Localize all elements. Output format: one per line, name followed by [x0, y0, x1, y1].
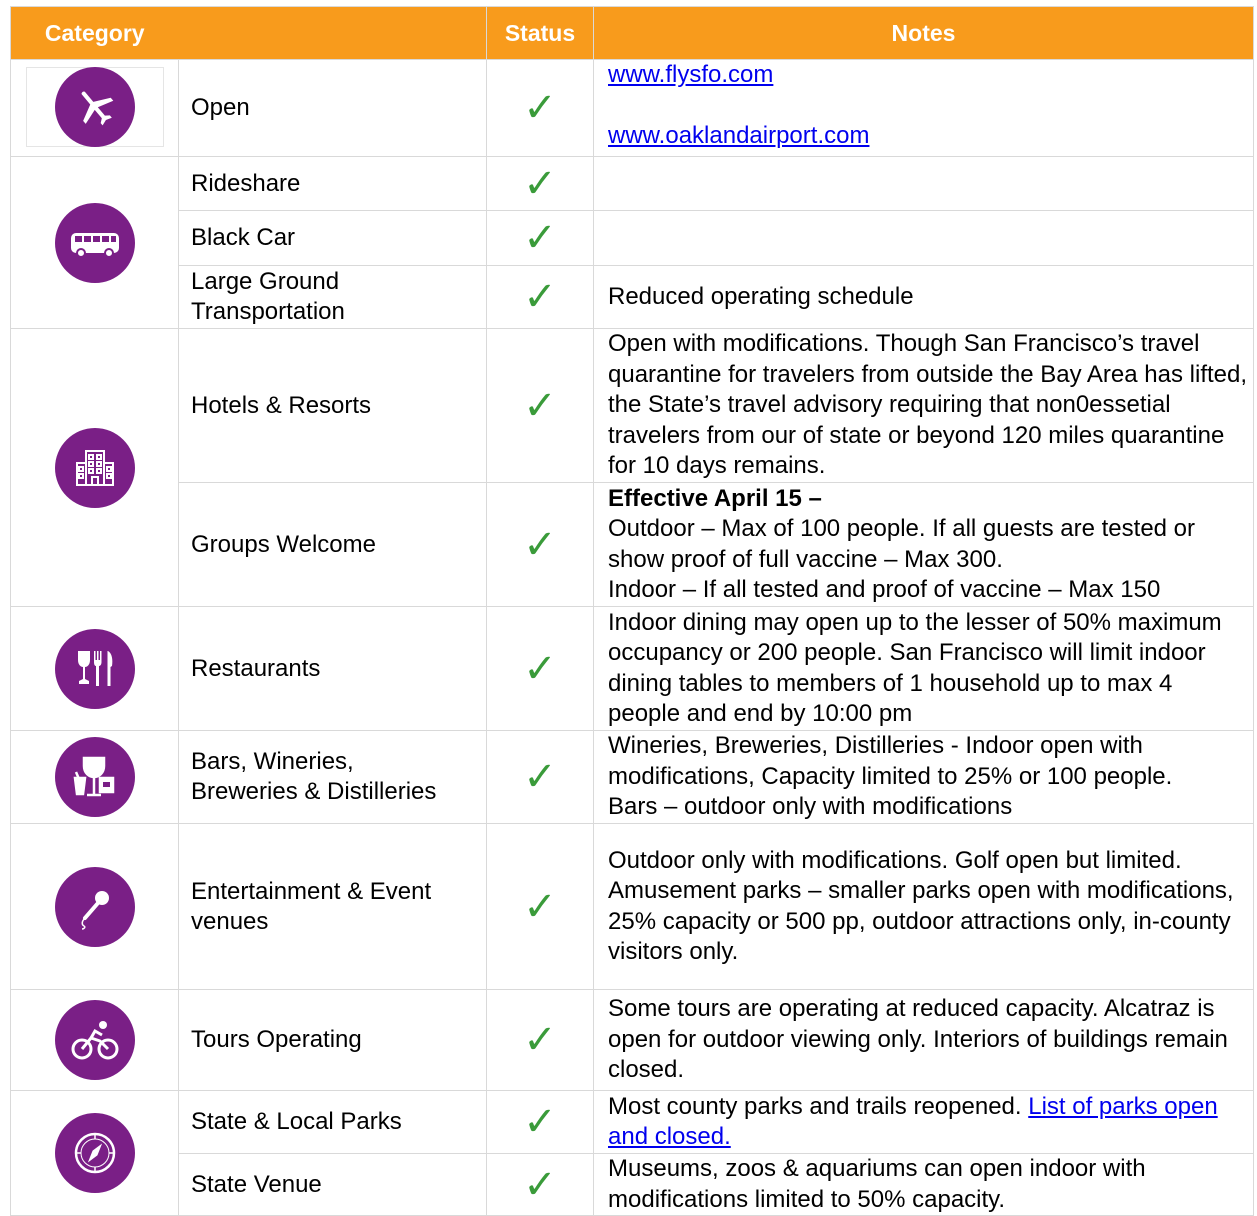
table-row: Hotels & Resorts ✓ Open with modificatio… — [10, 328, 1254, 607]
notes-entertainment: Outdoor only with modifications. Golf op… — [593, 823, 1254, 990]
notes-state-venue: Museums, zoos & aquariums can open indoo… — [593, 1153, 1254, 1216]
dining-icon — [54, 628, 135, 709]
status-cell: ✓ — [486, 482, 594, 607]
bus-icon — [54, 202, 135, 283]
airport-icon-frame — [25, 66, 164, 147]
bars-note-wineries: Wineries, Breweries, Distilleries - Indo… — [608, 732, 1173, 790]
item-entertainment-line2: venues — [191, 907, 269, 935]
item-bars: Bars, Wineries, Breweries & Distilleries — [178, 730, 487, 824]
table-row: Restaurants ✓ Indoor dining may open up … — [10, 606, 1254, 731]
check-icon: ✓ — [523, 1162, 557, 1207]
table-row: Open ✓ www.flysfo.com www.oaklandairport… — [10, 59, 1254, 157]
oakland-airport-link[interactable]: www.oaklandairport.com — [608, 122, 869, 149]
notes-large-ground: Reduced operating schedule — [593, 265, 1254, 329]
notes-restaurants: Indoor dining may open up to the lesser … — [593, 606, 1254, 731]
header-row: Category Status Notes — [10, 6, 1254, 60]
table-row: Black Car ✓ — [11, 210, 1254, 266]
table-row: Rideshare ✓ — [10, 156, 1254, 329]
compass-icon — [54, 1113, 135, 1193]
item-state-venue: State Venue — [178, 1153, 487, 1216]
notes-groups: Effective April 15 – Outdoor – Max of 10… — [593, 482, 1254, 607]
item-open: Open — [178, 59, 487, 157]
check-icon: ✓ — [523, 884, 557, 929]
notes-tours: Some tours are operating at reduced capa… — [593, 989, 1254, 1091]
item-parks: State & Local Parks — [178, 1090, 487, 1154]
bicycle-icon — [54, 1000, 135, 1080]
status-cell: ✓ — [486, 328, 594, 483]
item-black-car: Black Car — [178, 210, 487, 266]
notes-parks: Most county parks and trails reopened. L… — [593, 1090, 1254, 1154]
status-cell: ✓ — [486, 1153, 594, 1216]
status-cell: ✓ — [486, 989, 594, 1091]
status-cell: ✓ — [486, 606, 594, 731]
header-spacer — [178, 6, 487, 60]
check-icon: ✓ — [523, 383, 557, 428]
check-icon: ✓ — [523, 522, 557, 567]
status-cell: ✓ — [486, 1090, 594, 1154]
flysfo-link[interactable]: www.flysfo.com — [608, 61, 773, 88]
table-row: Bars, Wineries, Breweries & Distilleries… — [10, 730, 1254, 824]
table-row: Groups Welcome ✓ Effective April 15 – Ou… — [11, 482, 1254, 607]
item-hotels: Hotels & Resorts — [178, 328, 487, 483]
table-row: Tours Operating ✓ Some tours are operati… — [10, 989, 1254, 1091]
check-icon: ✓ — [523, 646, 557, 691]
building-icon — [54, 427, 135, 508]
item-tours: Tours Operating — [178, 989, 487, 1091]
notes-bars: Wineries, Breweries, Distilleries - Indo… — [593, 730, 1254, 824]
category-header: Category — [10, 6, 179, 60]
restaurants-icon-cell — [10, 606, 179, 731]
table-row: State Venue ✓ Museums, zoos & aquariums … — [11, 1153, 1254, 1216]
groups-note-heading: Effective April 15 – — [608, 484, 822, 512]
item-bars-line1: Bars, Wineries, — [191, 748, 354, 775]
check-icon: ✓ — [523, 216, 557, 260]
check-icon: ✓ — [523, 1018, 557, 1062]
item-restaurants: Restaurants — [178, 606, 487, 731]
status-cell: ✓ — [486, 59, 594, 157]
item-entertainment-line1: Entertainment & Event — [191, 877, 432, 905]
tours-icon-cell — [10, 989, 179, 1091]
parks-note-text: Most county parks and trails reopened. — [608, 1092, 1029, 1120]
status-cell: ✓ — [486, 823, 594, 990]
airplane-icon — [54, 66, 135, 147]
item-large-ground: Large Ground Transportation — [178, 265, 487, 329]
status-table: Category Status Notes Open ✓ www.flysfo.… — [10, 6, 1254, 1216]
notes-hotels: Open with modifications. Though San Fran… — [593, 328, 1254, 483]
groups-note-indoor: Indoor – If all tested and proof of vacc… — [608, 576, 1161, 603]
check-icon: ✓ — [523, 1100, 557, 1144]
notes-airport: www.flysfo.com www.oaklandairport.com — [593, 59, 1254, 157]
notes-black-car — [593, 210, 1254, 266]
hotels-icon-cell — [10, 328, 179, 607]
status-cell: ✓ — [486, 156, 594, 211]
entertainment-icon-cell — [10, 823, 179, 990]
item-large-ground-line2: Transportation — [191, 298, 345, 325]
check-icon: ✓ — [523, 275, 557, 319]
check-icon: ✓ — [523, 755, 557, 799]
check-icon: ✓ — [523, 161, 557, 206]
table-row: Entertainment & Event venues ✓ Outdoor o… — [10, 823, 1254, 990]
status-header: Status — [486, 6, 594, 60]
check-icon: ✓ — [523, 86, 557, 130]
item-large-ground-line1: Large Ground — [191, 268, 340, 295]
table-row: State & Local Parks ✓ Most county parks … — [10, 1090, 1254, 1216]
item-entertainment: Entertainment & Event venues — [178, 823, 487, 990]
drinks-icon — [54, 737, 135, 817]
transportation-icon-cell — [10, 156, 179, 329]
bars-note-bars: Bars – outdoor only with modifications — [608, 793, 1013, 821]
bars-icon-cell — [10, 730, 179, 824]
status-cell: ✓ — [486, 210, 594, 266]
status-cell: ✓ — [486, 730, 594, 824]
microphone-icon — [54, 866, 135, 947]
item-groups: Groups Welcome — [178, 482, 487, 607]
notes-rideshare — [593, 156, 1254, 211]
table-row: Large Ground Transportation ✓ Reduced op… — [11, 265, 1254, 329]
parks-icon-cell — [10, 1090, 179, 1216]
groups-note-outdoor: Outdoor – Max of 100 people. If all gues… — [608, 515, 1196, 573]
notes-header: Notes — [593, 6, 1254, 60]
airport-icon-cell — [10, 59, 179, 157]
status-cell: ✓ — [486, 265, 594, 329]
item-bars-line2: Breweries & Distilleries — [191, 778, 437, 805]
item-rideshare: Rideshare — [178, 156, 487, 211]
